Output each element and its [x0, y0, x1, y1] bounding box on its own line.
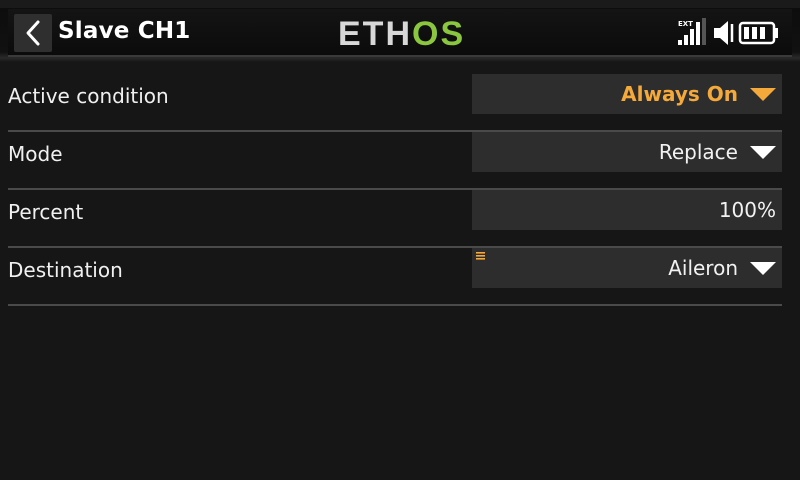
- logo-text-eth: ETH: [338, 15, 412, 53]
- active-condition-value: Always On: [621, 82, 738, 106]
- dropdown-arrow-icon: [750, 261, 776, 275]
- mode-dropdown[interactable]: Replace: [472, 132, 782, 172]
- destination-label: Destination: [8, 258, 123, 282]
- row-active-condition: Active condition Always On: [8, 74, 782, 132]
- mode-label: Mode: [8, 142, 63, 166]
- percent-label: Percent: [8, 200, 84, 224]
- active-condition-dropdown[interactable]: Always On: [472, 74, 782, 114]
- battery-icon: [738, 21, 778, 45]
- dropdown-arrow-icon: [750, 145, 776, 159]
- mode-value: Replace: [658, 140, 738, 164]
- row-percent: Percent 100%: [8, 190, 782, 248]
- status-icons: EXT: [678, 18, 778, 45]
- ethos-logo: ETH OS: [338, 17, 465, 51]
- percent-field[interactable]: 100%: [472, 190, 782, 230]
- logo-text-os: OS: [412, 15, 466, 53]
- ext-label: EXT: [678, 20, 693, 28]
- active-condition-label: Active condition: [8, 84, 169, 108]
- dropdown-arrow-icon: [750, 87, 776, 101]
- page-title: Slave CH1: [58, 18, 191, 44]
- percent-value: 100%: [718, 198, 776, 222]
- speaker-icon: [714, 21, 734, 45]
- destination-dropdown[interactable]: Aileron: [472, 248, 782, 288]
- row-mode: Mode Replace: [8, 132, 782, 190]
- status-area: EXT: [674, 16, 784, 50]
- back-button[interactable]: [14, 14, 52, 52]
- row-destination: Destination Aileron: [8, 248, 782, 306]
- destination-value: Aileron: [668, 256, 738, 280]
- list-marker-icon: [476, 252, 485, 260]
- back-chevron-icon: [26, 20, 40, 46]
